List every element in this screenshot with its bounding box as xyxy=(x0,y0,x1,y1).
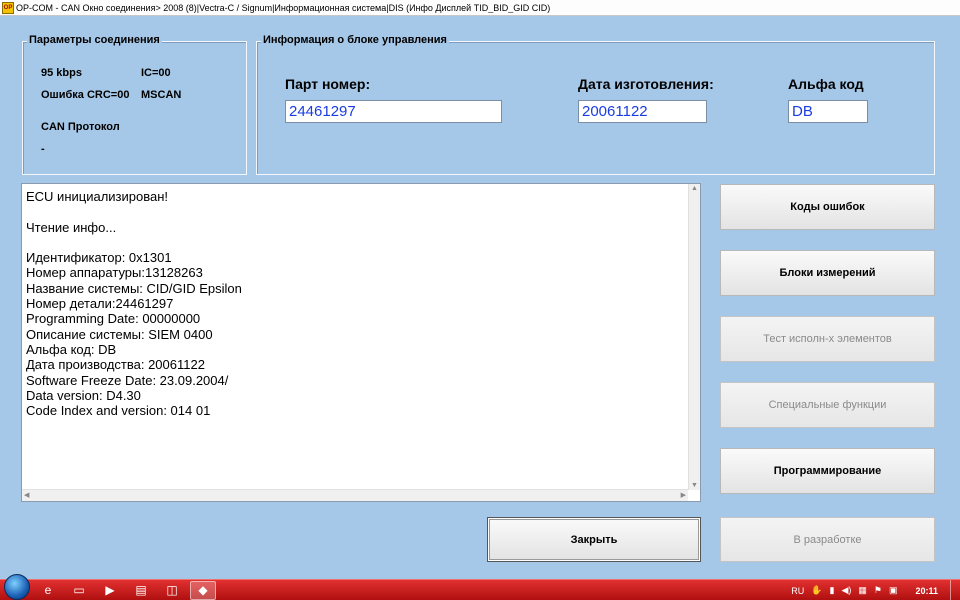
log-line: Software Freeze Date: 23.09.2004/ xyxy=(26,372,229,388)
log-output[interactable]: ECU инициализирован! Чтение инфо... Иден… xyxy=(21,183,701,502)
media-player-icon[interactable]: ▶ xyxy=(97,581,123,600)
ecu-info-label: Информация о блоке управления xyxy=(261,34,449,46)
scroll-down-icon[interactable]: ▼ xyxy=(691,482,698,489)
app-icon: OP xyxy=(2,1,14,14)
log-line: Идентификатор: 0x1301 xyxy=(26,250,172,266)
battery-icon[interactable]: ▮ xyxy=(829,585,834,596)
internet-explorer-icon[interactable]: e xyxy=(35,581,61,600)
log-line: Чтение инфо... xyxy=(26,219,117,235)
log-line: Номер детали:24461297 xyxy=(26,296,174,312)
actuator-test-button[interactable]: Тест исполн-х элементов xyxy=(720,316,935,362)
log-line: Альфа код: DB xyxy=(26,341,117,357)
taskbar: e ▭ ▶ ▤ ◫ ◆ RU ✋ ▮ ◀) ▦ ⚑ ▣ 20:11 xyxy=(0,574,960,600)
measurement-blocks-button[interactable]: Блоки измерений xyxy=(720,250,935,296)
log-line: Название системы: CID/GID Epsilon xyxy=(26,280,242,296)
horizontal-scrollbar[interactable]: ◀ ▶ xyxy=(22,489,688,501)
manufacture-date-label: Дата изготовления: xyxy=(578,76,714,92)
connection-ic: IC=00 xyxy=(141,67,171,79)
log-line: Описание системы: SIEM 0400 xyxy=(26,326,213,342)
network-icon[interactable]: ▦ xyxy=(858,585,867,596)
log-lines: ECU инициализирован! Чтение инфо... Иден… xyxy=(26,189,242,418)
flag-icon[interactable]: ⚑ xyxy=(874,585,882,596)
log-line: Programming Date: 00000000 xyxy=(26,311,201,327)
bus-type: MSCAN xyxy=(141,89,182,101)
log-line: ECU инициализирован! xyxy=(26,189,169,204)
close-button[interactable]: Закрыть xyxy=(487,517,701,562)
language-indicator[interactable]: RU xyxy=(791,586,804,596)
connection-params-label: Параметры соединения xyxy=(27,34,162,46)
error-codes-button[interactable]: Коды ошибок xyxy=(720,184,935,230)
hand-icon[interactable]: ✋ xyxy=(811,585,822,596)
opcom-task-icon[interactable]: ◆ xyxy=(190,580,216,600)
connection-speed: 95 kbps xyxy=(41,67,82,79)
programming-button[interactable]: Программирование xyxy=(720,448,935,494)
scroll-left-icon[interactable]: ◀ xyxy=(24,491,29,499)
virtual-box-icon[interactable]: ◫ xyxy=(159,581,185,600)
alpha-code-label: Альфа код xyxy=(788,76,864,92)
in-development-button[interactable]: В разработке xyxy=(720,517,935,562)
protocol-value: - xyxy=(41,143,45,155)
part-number-label: Парт номер: xyxy=(285,76,371,92)
log-line: Дата производства: 20061122 xyxy=(26,357,205,373)
clock[interactable]: 20:11 xyxy=(915,586,938,596)
special-functions-button[interactable]: Специальные функции xyxy=(720,382,935,428)
log-line: Номер аппаратуры:13128263 xyxy=(26,265,203,281)
folder-icon[interactable]: ▭ xyxy=(66,581,92,600)
log-line: Data version: D4.30 xyxy=(26,387,141,403)
scroll-right-icon[interactable]: ▶ xyxy=(681,491,686,499)
app-window-icon[interactable]: ▤ xyxy=(128,581,154,600)
device-icon[interactable]: ▣ xyxy=(889,585,898,596)
scroll-up-icon[interactable]: ▲ xyxy=(691,185,698,192)
window-title: OP-COM - CAN Окно соединения> 2008 (8)|V… xyxy=(16,2,551,13)
vertical-scrollbar[interactable]: ▲ ▼ xyxy=(688,184,700,490)
crc-error-count: Ошибка CRC=00 xyxy=(41,89,130,101)
log-line: Code Index and version: 014 01 xyxy=(26,403,211,419)
volume-icon[interactable]: ◀) xyxy=(841,585,851,596)
connection-params-group: Параметры соединения 95 kbps IC=00 Ошибк… xyxy=(22,34,247,175)
system-tray: RU ✋ ▮ ◀) ▦ ⚑ ▣ 20:11 xyxy=(784,580,960,600)
part-number-field[interactable]: 24461297 xyxy=(285,100,502,123)
start-button[interactable] xyxy=(4,574,30,600)
manufacture-date-field[interactable]: 20061122 xyxy=(578,100,707,123)
show-desktop-button[interactable] xyxy=(950,580,960,600)
alpha-code-field[interactable]: DB xyxy=(788,100,868,123)
ecu-info-group: Информация о блоке управления Парт номер… xyxy=(256,34,935,175)
protocol-label: CAN Протокол xyxy=(41,121,120,133)
title-bar: OP OP-COM - CAN Окно соединения> 2008 (8… xyxy=(0,0,960,16)
